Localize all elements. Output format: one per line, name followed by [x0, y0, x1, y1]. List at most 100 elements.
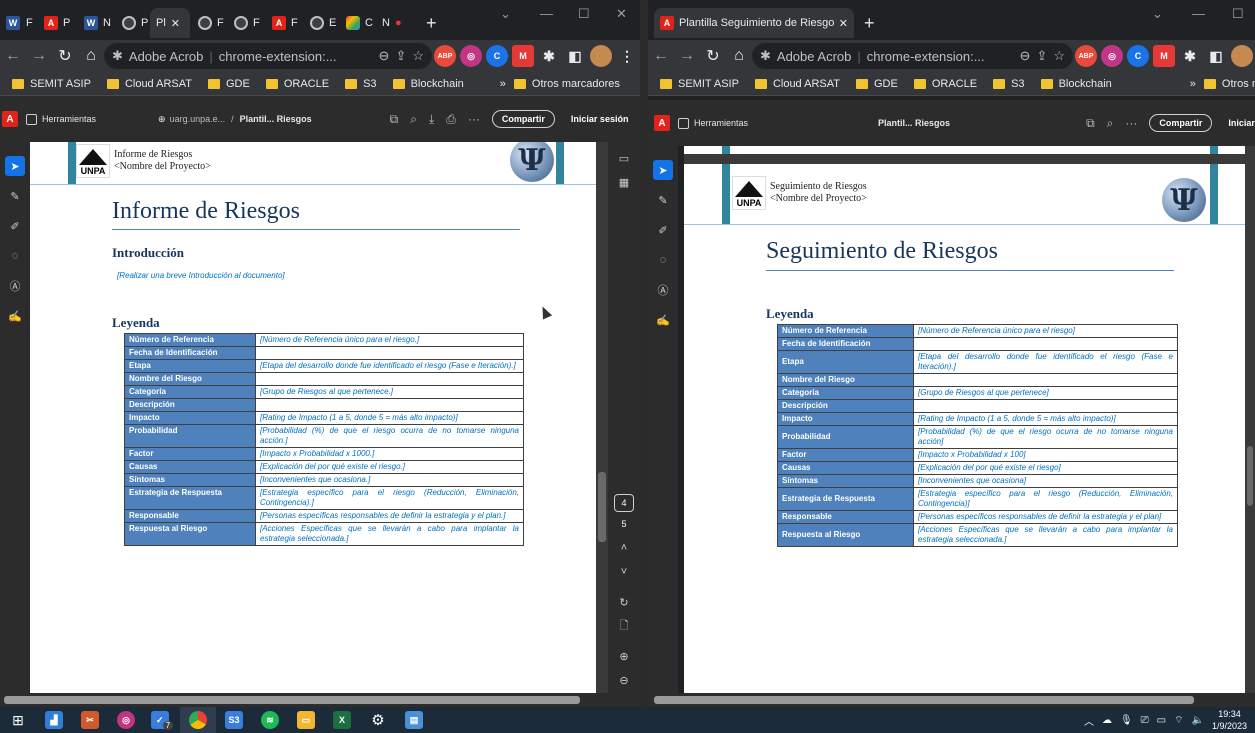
avatar[interactable]	[1231, 45, 1253, 67]
bookmark[interactable]: Blockchain	[1033, 78, 1120, 90]
scroll-thumb[interactable]	[598, 472, 606, 542]
bookmark[interactable]: Cloud ARSAT	[99, 78, 200, 90]
maximize-button[interactable]: ☐	[1232, 6, 1244, 22]
close-icon[interactable]: ✕	[839, 17, 848, 30]
taskbar-app[interactable]: ✓ 7	[144, 707, 180, 733]
other-bookmarks[interactable]: Otros marca	[1196, 78, 1255, 90]
tab-active[interactable]: A Plantilla Seguimiento de Riesgos ✕	[654, 8, 854, 38]
taskbar-app[interactable]: S3	[216, 707, 252, 733]
home-button[interactable]: ⌂	[726, 47, 752, 65]
tab[interactable]: AP	[38, 8, 72, 38]
scroll-thumb[interactable]	[654, 696, 1194, 704]
battery-icon[interactable]: ▭	[1157, 715, 1166, 726]
bookmark[interactable]: ORACLE	[258, 78, 337, 90]
reload-button[interactable]: ↻	[52, 46, 78, 66]
taskbar-app-active[interactable]	[180, 707, 216, 733]
share-button[interactable]: Compartir	[1149, 114, 1213, 132]
minimize-button[interactable]: —	[1192, 6, 1205, 21]
chevron-up-icon[interactable]: ︿	[1084, 713, 1094, 728]
bookmark[interactable]: GDE	[848, 78, 906, 90]
signature-tool-icon[interactable]: ✍	[5, 306, 25, 326]
forward-button[interactable]: →	[674, 47, 700, 65]
minimize-button[interactable]: —	[540, 6, 553, 21]
network-icon[interactable]: ⎚	[1141, 715, 1149, 726]
tab[interactable]: W	[0, 8, 22, 38]
search-icon[interactable]: ⌕	[410, 112, 417, 127]
sidepanel-icon[interactable]: ◧	[1205, 45, 1227, 67]
star-icon[interactable]: ☆	[412, 48, 424, 64]
horizontal-scrollbar[interactable]	[648, 693, 1255, 707]
bookmark[interactable]: SEMIT ASIP	[4, 78, 99, 90]
lasso-tool-icon[interactable]: ◌	[5, 246, 25, 266]
horizontal-scrollbar[interactable]	[0, 693, 640, 707]
pen-tool-icon[interactable]: ✐	[653, 220, 673, 240]
zoom-icon[interactable]: ⊖	[379, 48, 390, 64]
tab[interactable]: N ●	[376, 8, 416, 38]
acrobat-logo-icon[interactable]: A	[654, 115, 670, 131]
bookmark[interactable]: SEMIT ASIP	[652, 78, 747, 90]
menu-icon[interactable]: ⋮	[616, 45, 638, 67]
select-tool-icon[interactable]: ➤	[653, 160, 673, 180]
bookmark[interactable]: S3	[985, 78, 1032, 90]
extension-c-icon[interactable]: C	[1127, 45, 1149, 67]
tab[interactable]: F	[228, 8, 262, 38]
taskbar-app[interactable]: X	[324, 707, 360, 733]
tab[interactable]: F	[192, 8, 226, 38]
avatar[interactable]	[590, 45, 612, 67]
current-page[interactable]: 4	[614, 494, 634, 512]
bookmark[interactable]: GDE	[200, 78, 258, 90]
forward-button[interactable]: →	[26, 47, 52, 65]
taskbar-app[interactable]: ▭	[288, 707, 324, 733]
tab[interactable]: P	[116, 8, 150, 38]
bookmark[interactable]: ORACLE	[906, 78, 985, 90]
new-tab-button[interactable]: +	[426, 13, 437, 34]
tab-active[interactable]: Pl ✕	[150, 8, 190, 38]
select-tool-icon[interactable]: ➤	[5, 156, 25, 176]
comments-icon[interactable]: ▭	[619, 146, 629, 170]
signin-button[interactable]: Iniciar	[1228, 118, 1255, 128]
taskbar-app[interactable]: ⚙	[360, 707, 396, 733]
search-icon[interactable]: ⌕	[1107, 116, 1114, 131]
chevron-down-icon[interactable]: ˅	[621, 560, 627, 584]
thumbnails-icon[interactable]: ▦	[619, 170, 629, 194]
text-tool-icon[interactable]: Ⓐ	[653, 280, 673, 300]
home-button[interactable]: ⌂	[78, 47, 104, 65]
star-icon[interactable]: ☆	[1053, 48, 1065, 64]
comment-tool-icon[interactable]: ✎	[5, 186, 25, 206]
taskbar-app[interactable]: ≋	[252, 707, 288, 733]
pages-icon[interactable]: ⧉	[390, 112, 399, 127]
signature-tool-icon[interactable]: ✍	[653, 310, 673, 330]
adblock-icon[interactable]: ABP	[434, 45, 456, 67]
chevron-down-icon[interactable]: ⌄	[1152, 6, 1163, 22]
puzzle-icon[interactable]: ✱	[1179, 45, 1201, 67]
bookmark[interactable]: Blockchain	[385, 78, 472, 90]
zoom-icon[interactable]: ⊖	[1020, 48, 1031, 64]
back-button[interactable]: ←	[648, 47, 674, 65]
download-icon[interactable]: ⤓	[429, 112, 434, 127]
taskbar-app[interactable]: ✂	[72, 707, 108, 733]
tools-button[interactable]: Herramientas	[678, 117, 748, 129]
speaker-icon[interactable]: 🔈	[1192, 715, 1204, 726]
address-bar[interactable]: ✱ Adobe Acrob | chrome-extension:... ⊖ ⇪…	[104, 43, 432, 69]
taskbar-app[interactable]: ▤	[396, 707, 432, 733]
close-window-button[interactable]: ✕	[616, 6, 627, 22]
puzzle-icon[interactable]: ✱	[538, 45, 560, 67]
tab[interactable]: C	[340, 8, 374, 38]
comment-tool-icon[interactable]: ✎	[653, 190, 673, 210]
extension-ring-icon[interactable]: ◎	[460, 45, 482, 67]
extension-ring-icon[interactable]: ◎	[1101, 45, 1123, 67]
scroll-thumb[interactable]	[4, 696, 580, 704]
pages-icon[interactable]: ⧉	[1086, 116, 1095, 131]
extension-m-icon[interactable]: M	[512, 45, 534, 67]
scroll-thumb[interactable]	[1247, 446, 1253, 506]
zoom-in-icon[interactable]: ⊕	[619, 644, 628, 668]
tab[interactable]: E	[304, 8, 338, 38]
tab[interactable]: F	[20, 8, 40, 38]
bookmark[interactable]: S3	[337, 78, 384, 90]
reload-button[interactable]: ↻	[700, 46, 726, 66]
chevron-up-icon[interactable]: ˄	[621, 536, 627, 560]
acrobat-logo-icon[interactable]: A	[2, 111, 18, 127]
more-icon[interactable]: ···	[468, 112, 480, 126]
zoom-out-icon[interactable]: ⊖	[619, 668, 628, 692]
other-bookmarks[interactable]: Otros marcadores	[506, 78, 628, 90]
